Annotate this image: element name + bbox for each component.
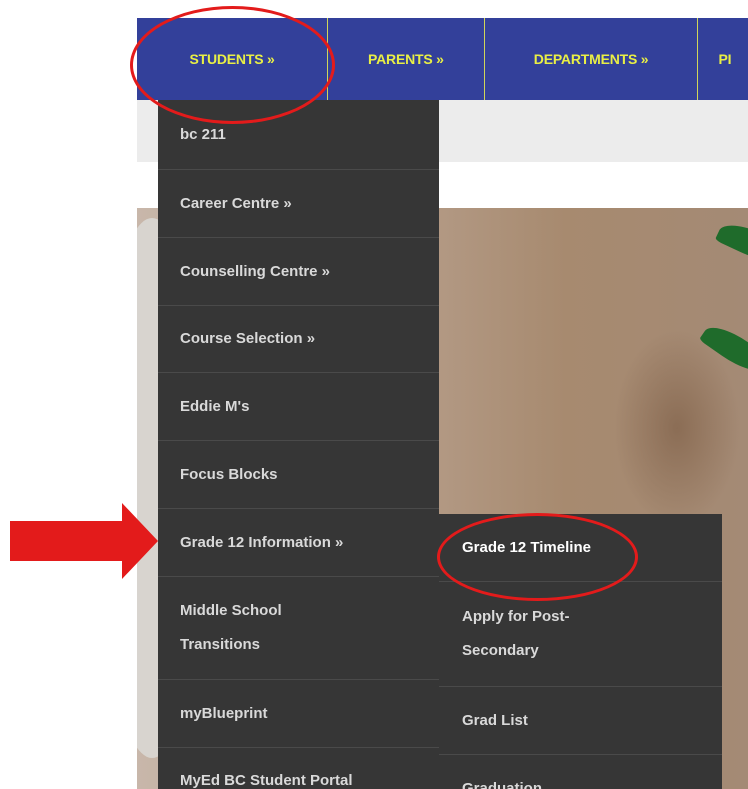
menu-item-label: Focus Blocks bbox=[180, 466, 278, 484]
menu-item-counselling-centre[interactable]: Counselling Centre » bbox=[158, 238, 439, 306]
menu-item-label: bc 211 bbox=[180, 126, 226, 143]
menu-item-focus-blocks[interactable]: Focus Blocks bbox=[158, 441, 439, 509]
photo-leaf-shape bbox=[698, 318, 748, 380]
menu-item-label-line1: Middle School bbox=[180, 601, 282, 619]
menu-item-label: myBlueprint bbox=[180, 704, 268, 722]
menu-item-label: Career Centre » bbox=[180, 194, 292, 212]
menu-item-myblueprint[interactable]: myBlueprint bbox=[158, 680, 439, 748]
menu-item-label-line2: Transitions bbox=[180, 635, 261, 653]
menu-item-label: Middle School Transitions bbox=[180, 594, 282, 662]
menu-item-label: Course Selection » bbox=[180, 330, 316, 348]
annotation-arrow-icon bbox=[10, 503, 158, 579]
submenu-item-label: Graduation bbox=[462, 780, 543, 789]
nav-item-partial[interactable]: PI bbox=[698, 18, 748, 100]
menu-item-grade-12-information[interactable]: Grade 12 Information » bbox=[158, 509, 439, 577]
submenu-item-label: Grad List bbox=[462, 712, 528, 729]
menu-item-course-selection[interactable]: Course Selection » bbox=[158, 306, 439, 374]
menu-item-middle-school-transitions[interactable]: Middle School Transitions bbox=[158, 577, 439, 680]
menu-item-label: Grade 12 Information » bbox=[180, 533, 344, 551]
submenu-item-graduation[interactable]: Graduation bbox=[439, 755, 722, 789]
submenu-item-apply-for-post-secondary[interactable]: Apply for Post- Secondary bbox=[439, 582, 722, 687]
menu-item-myed-bc-student-portal[interactable]: MyEd BC Student Portal bbox=[158, 748, 439, 789]
submenu-item-label: Apply for Post- Secondary bbox=[462, 600, 570, 668]
submenu-item-grad-list[interactable]: Grad List bbox=[439, 687, 722, 755]
menu-item-label: MyEd BC Student Portal bbox=[180, 772, 353, 789]
students-dropdown-menu: bc 211 Career Centre » Counselling Centr… bbox=[158, 100, 439, 789]
annotation-circle-students bbox=[130, 6, 335, 124]
submenu-item-label-line1: Apply for Post- bbox=[462, 608, 570, 625]
menu-item-eddie-ms[interactable]: Eddie M's bbox=[158, 373, 439, 442]
submenu-item-label-line2: Secondary bbox=[462, 642, 539, 659]
menu-item-career-centre[interactable]: Career Centre » bbox=[158, 170, 439, 238]
photo-leaf-shape bbox=[714, 216, 748, 270]
menu-item-label: Eddie M's bbox=[180, 398, 250, 416]
menu-item-label: Counselling Centre » bbox=[180, 262, 331, 280]
annotation-circle-grade-12-timeline bbox=[437, 513, 638, 601]
nav-item-departments[interactable]: DEPARTMENTS » bbox=[485, 18, 699, 100]
nav-item-parents[interactable]: PARENTS » bbox=[328, 18, 485, 100]
